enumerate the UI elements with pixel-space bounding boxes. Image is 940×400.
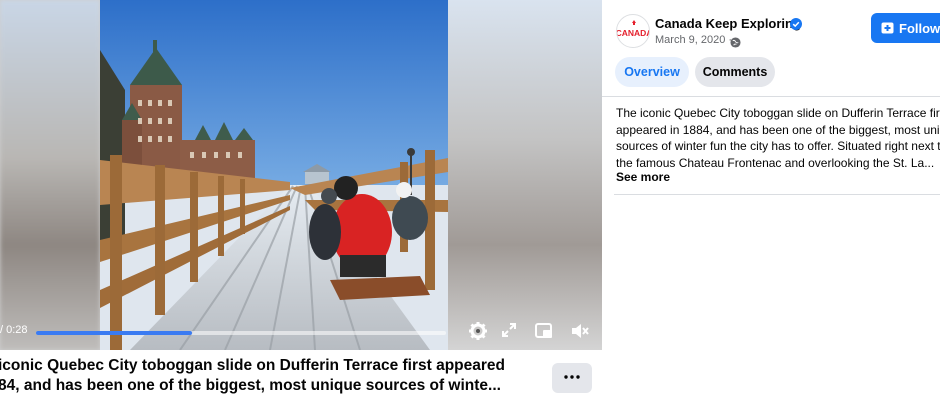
volume-muted-icon[interactable]: [570, 321, 592, 343]
video-caption: iconic Quebec City toboggan slide on Duf…: [0, 356, 533, 396]
more-options-button[interactable]: [552, 363, 592, 393]
page-name-link[interactable]: Canada Keep Exploring: [655, 16, 801, 31]
video-time-display: / 0:28: [0, 324, 28, 336]
video-progress-track[interactable]: [36, 331, 446, 335]
follow-plus-icon: [881, 21, 894, 34]
post-info-panel: CANADA Canada Keep Exploring March 9, 20…: [602, 0, 940, 400]
see-more-link[interactable]: See more: [616, 170, 670, 184]
follow-label: Follow: [899, 21, 940, 36]
description-line: The iconic Quebec City toboggan slide on…: [616, 106, 940, 120]
canada-logo-icon: CANADA: [617, 20, 650, 38]
fullscreen-icon[interactable]: [500, 321, 522, 343]
video-player[interactable]: / 0:28: [0, 0, 602, 350]
caption-line-1: iconic Quebec City toboggan slide on Duf…: [0, 357, 506, 374]
caption-line-2: 84, and has been one of the biggest, mos…: [0, 377, 501, 394]
avatar[interactable]: CANADA: [616, 14, 650, 48]
video-scene-image: [100, 0, 448, 350]
video-progress-fill: [36, 331, 192, 335]
follow-button[interactable]: Follow: [871, 13, 940, 43]
picture-in-picture-icon[interactable]: [534, 321, 556, 343]
globe-icon: [730, 35, 741, 48]
tab-comments[interactable]: Comments: [695, 57, 775, 87]
verified-badge-icon: [790, 17, 802, 30]
tab-overview[interactable]: Overview: [615, 57, 689, 87]
description-line: appeared in 1884, and has been one of th…: [616, 122, 940, 137]
video-controls-bar: / 0:28: [0, 314, 602, 350]
svg-text:CANADA: CANADA: [617, 28, 650, 38]
video-blur-backdrop-left: [0, 0, 100, 350]
post-description: The iconic Quebec City toboggan slide on…: [616, 105, 940, 171]
video-watch-page: / 0:28 iconic Quebec City toboggan slide…: [0, 0, 940, 400]
settings-gear-icon[interactable]: [468, 321, 490, 343]
post-date[interactable]: March 9, 2020 ·: [655, 34, 732, 46]
description-line: sources of winter fun the city has to of…: [616, 139, 940, 153]
description-line: the famous Chateau Frontenac and overloo…: [616, 155, 935, 170]
divider: [614, 194, 940, 195]
video-frame[interactable]: [100, 0, 448, 350]
more-options-icon: [564, 375, 580, 379]
video-blur-backdrop-right: [448, 0, 602, 350]
divider: [602, 96, 940, 97]
